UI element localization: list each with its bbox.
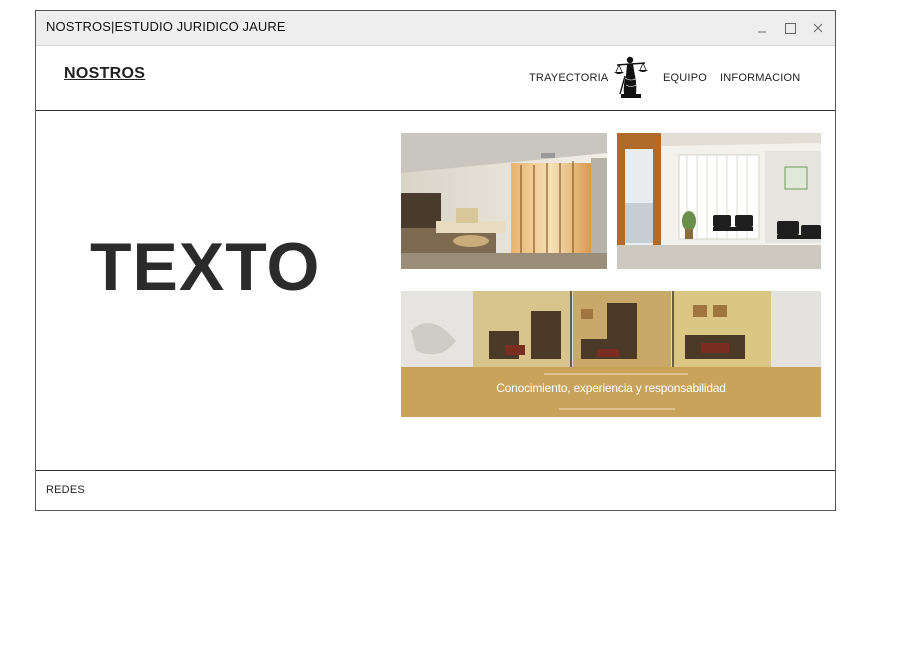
office-banner: Conocimiento, experiencia y responsabili… <box>401 291 821 417</box>
app-window: NOSTROS|ESTUDIO JURIDICO JAURE NOSTROS T… <box>35 10 836 511</box>
brand-link[interactable]: NOSTROS <box>64 65 145 83</box>
close-icon[interactable] <box>808 18 828 38</box>
nav-informacion[interactable]: INFORMACION <box>720 72 800 84</box>
title-bar: NOSTROS|ESTUDIO JURIDICO JAURE <box>36 11 835 46</box>
lady-justice-icon <box>611 54 651 100</box>
window-title: NOSTROS|ESTUDIO JURIDICO JAURE <box>46 19 286 34</box>
hero-text: TEXTO <box>90 229 321 305</box>
minimize-icon[interactable] <box>752 18 772 38</box>
office-photo-waiting-room <box>617 133 821 269</box>
site-header: NOSTROS TRAYECTORIA EQUIPO INFORMACION <box>36 46 835 111</box>
nav-trayectoria[interactable]: TRAYECTORIA <box>529 72 608 84</box>
office-photo-reception <box>401 133 607 269</box>
nav-equipo[interactable]: EQUIPO <box>663 72 707 84</box>
main-content: TEXTO Conocimiento, experiencia y respon… <box>36 111 835 471</box>
maximize-icon[interactable] <box>780 18 800 38</box>
banner-caption: Conocimiento, experiencia y responsabili… <box>496 381 726 395</box>
site-footer: REDES <box>36 471 835 510</box>
footer-redes-link[interactable]: REDES <box>46 484 85 496</box>
